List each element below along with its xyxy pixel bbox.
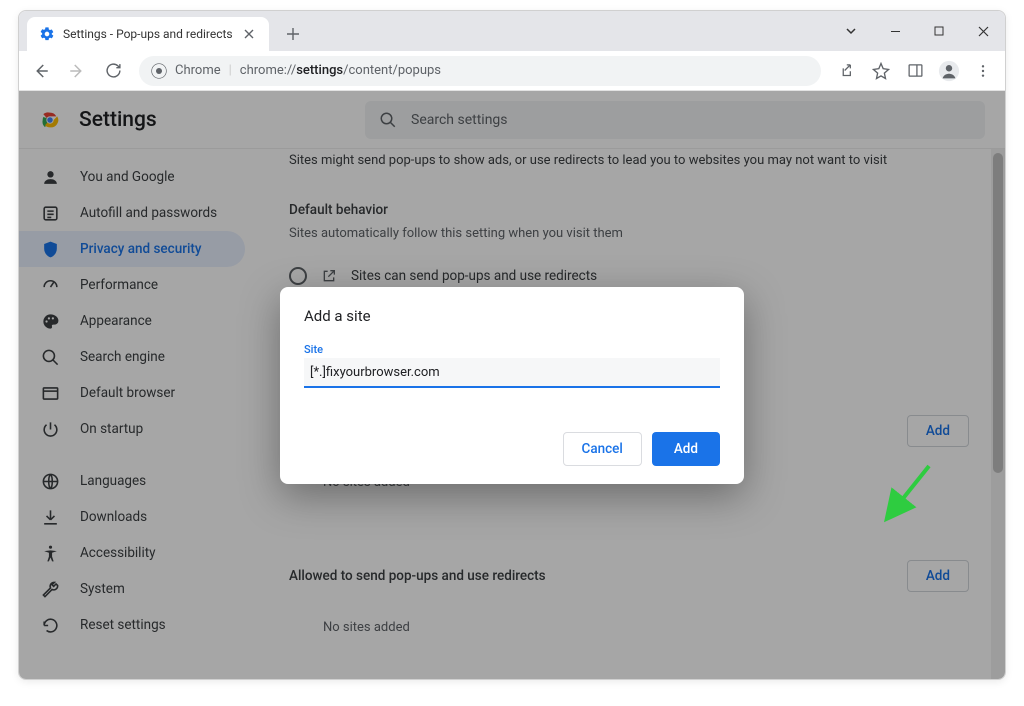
site-input[interactable] — [304, 358, 720, 388]
side-panel-button[interactable] — [899, 55, 931, 87]
minimize-icon — [890, 26, 901, 37]
close-icon — [978, 26, 989, 37]
cancel-button[interactable]: Cancel — [563, 432, 642, 466]
new-tab-button[interactable] — [279, 20, 307, 48]
content-area: Settings Search settings You and Google … — [19, 91, 1005, 679]
browser-tab[interactable]: Settings - Pop-ups and redirects — [27, 17, 269, 51]
forward-button[interactable] — [61, 55, 93, 87]
minimize-button[interactable] — [873, 11, 917, 51]
titlebar: Settings - Pop-ups and redirects — [19, 11, 1005, 51]
close-window-button[interactable] — [961, 11, 1005, 51]
share-icon — [839, 62, 856, 79]
browser-toolbar: Chrome | chrome://settings/content/popup… — [19, 51, 1005, 91]
reload-button[interactable] — [97, 55, 129, 87]
add-site-dialog: Add a site Site Cancel Add — [280, 287, 744, 484]
settings-favicon-icon — [39, 26, 55, 42]
arrow-right-icon — [68, 62, 86, 80]
maximize-button[interactable] — [917, 11, 961, 51]
share-button[interactable] — [831, 55, 863, 87]
menu-button[interactable] — [967, 55, 999, 87]
annotation-arrow-icon — [874, 461, 934, 531]
chevron-down-icon — [845, 25, 857, 37]
bookmark-button[interactable] — [865, 55, 897, 87]
profile-button[interactable] — [933, 55, 965, 87]
profile-icon — [938, 60, 960, 82]
arrow-left-icon — [32, 62, 50, 80]
tab-title: Settings - Pop-ups and redirects — [63, 27, 233, 41]
kebab-icon — [975, 63, 991, 79]
chrome-label: Chrome — [175, 63, 221, 78]
close-icon — [244, 29, 254, 39]
maximize-icon — [934, 26, 944, 36]
plus-icon — [286, 27, 300, 41]
tab-close-button[interactable] — [241, 26, 257, 42]
window-controls — [829, 11, 1005, 51]
url-text: chrome://settings/content/popups — [240, 63, 441, 78]
site-field-label: Site — [304, 343, 720, 356]
address-bar[interactable]: Chrome | chrome://settings/content/popup… — [139, 56, 821, 86]
star-icon — [872, 62, 890, 80]
panel-icon — [907, 62, 924, 79]
back-button[interactable] — [25, 55, 57, 87]
dialog-title: Add a site — [304, 307, 720, 325]
browser-window: Settings - Pop-ups and redirects Chrome … — [18, 10, 1006, 680]
reload-icon — [105, 62, 122, 79]
tab-search-button[interactable] — [829, 11, 873, 51]
add-button[interactable]: Add — [652, 432, 720, 466]
chrome-logo-icon — [151, 63, 167, 79]
